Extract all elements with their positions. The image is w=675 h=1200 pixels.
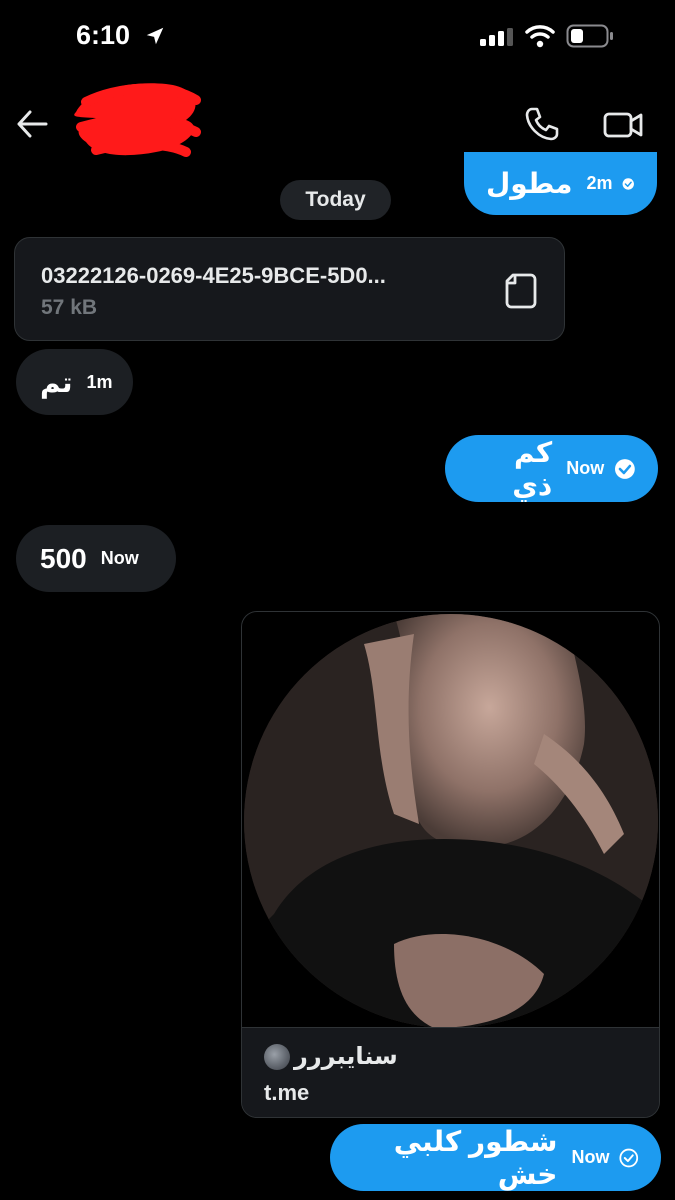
message-time: Now <box>571 1147 610 1167</box>
incoming-message[interactable]: تم 1m <box>16 349 133 415</box>
message-text: كم ذي <box>512 436 553 501</box>
check-icon <box>623 177 635 190</box>
redacted-contact-name <box>74 83 201 157</box>
status-time: 6:10 <box>76 20 131 50</box>
video-icon[interactable] <box>601 104 645 144</box>
outgoing-message[interactable]: شطور كلبي خش Now <box>330 1124 661 1191</box>
preview-photo-shapes <box>244 614 658 1028</box>
message-text: 500 <box>40 542 87 574</box>
link-preview-footer: سنايبررر t.me <box>242 1027 659 1117</box>
message-time: Now <box>566 458 605 478</box>
moon-emoji-icon <box>264 1043 290 1070</box>
battery-icon <box>566 24 613 48</box>
file-attachment[interactable]: 03222126-0269-4E25-9BCE-5D0... 57 kB <box>14 237 565 341</box>
phone-icon[interactable] <box>522 104 562 144</box>
message-time: 1m <box>86 371 113 392</box>
message-time: 2m <box>586 173 613 193</box>
file-name: 03222126-0269-4E25-9BCE-5D0... <box>41 263 386 288</box>
message-text: مطول <box>486 168 573 199</box>
wifi-icon <box>525 25 555 48</box>
message-text: شطور كلبي خش <box>393 1125 558 1190</box>
outgoing-message[interactable]: كم ذي Now <box>445 435 658 502</box>
message-time: Now <box>100 548 139 568</box>
check-icon <box>615 458 636 479</box>
link-domain: t.me <box>264 1080 310 1105</box>
preview-photo <box>244 614 658 1028</box>
signal-icon <box>480 28 513 46</box>
status-bar: 6:10 <box>0 0 675 74</box>
link-preview-image[interactable] <box>242 612 659 1028</box>
check-icon <box>619 1148 639 1167</box>
message-text: تم <box>40 366 73 398</box>
link-title: سنايبررر <box>264 1042 398 1071</box>
file-size: 57 kB <box>41 296 98 319</box>
outgoing-message[interactable]: مطول 2m <box>464 152 657 215</box>
link-title-text: سنايبررر <box>294 1043 398 1070</box>
incoming-message[interactable]: 500 Now <box>16 525 176 592</box>
file-icon <box>505 273 537 309</box>
back-arrow-icon[interactable] <box>14 106 50 142</box>
link-preview-card[interactable]: سنايبررر t.me <box>241 611 660 1118</box>
location-arrow-icon <box>146 27 164 45</box>
day-separator: Today <box>280 180 391 220</box>
